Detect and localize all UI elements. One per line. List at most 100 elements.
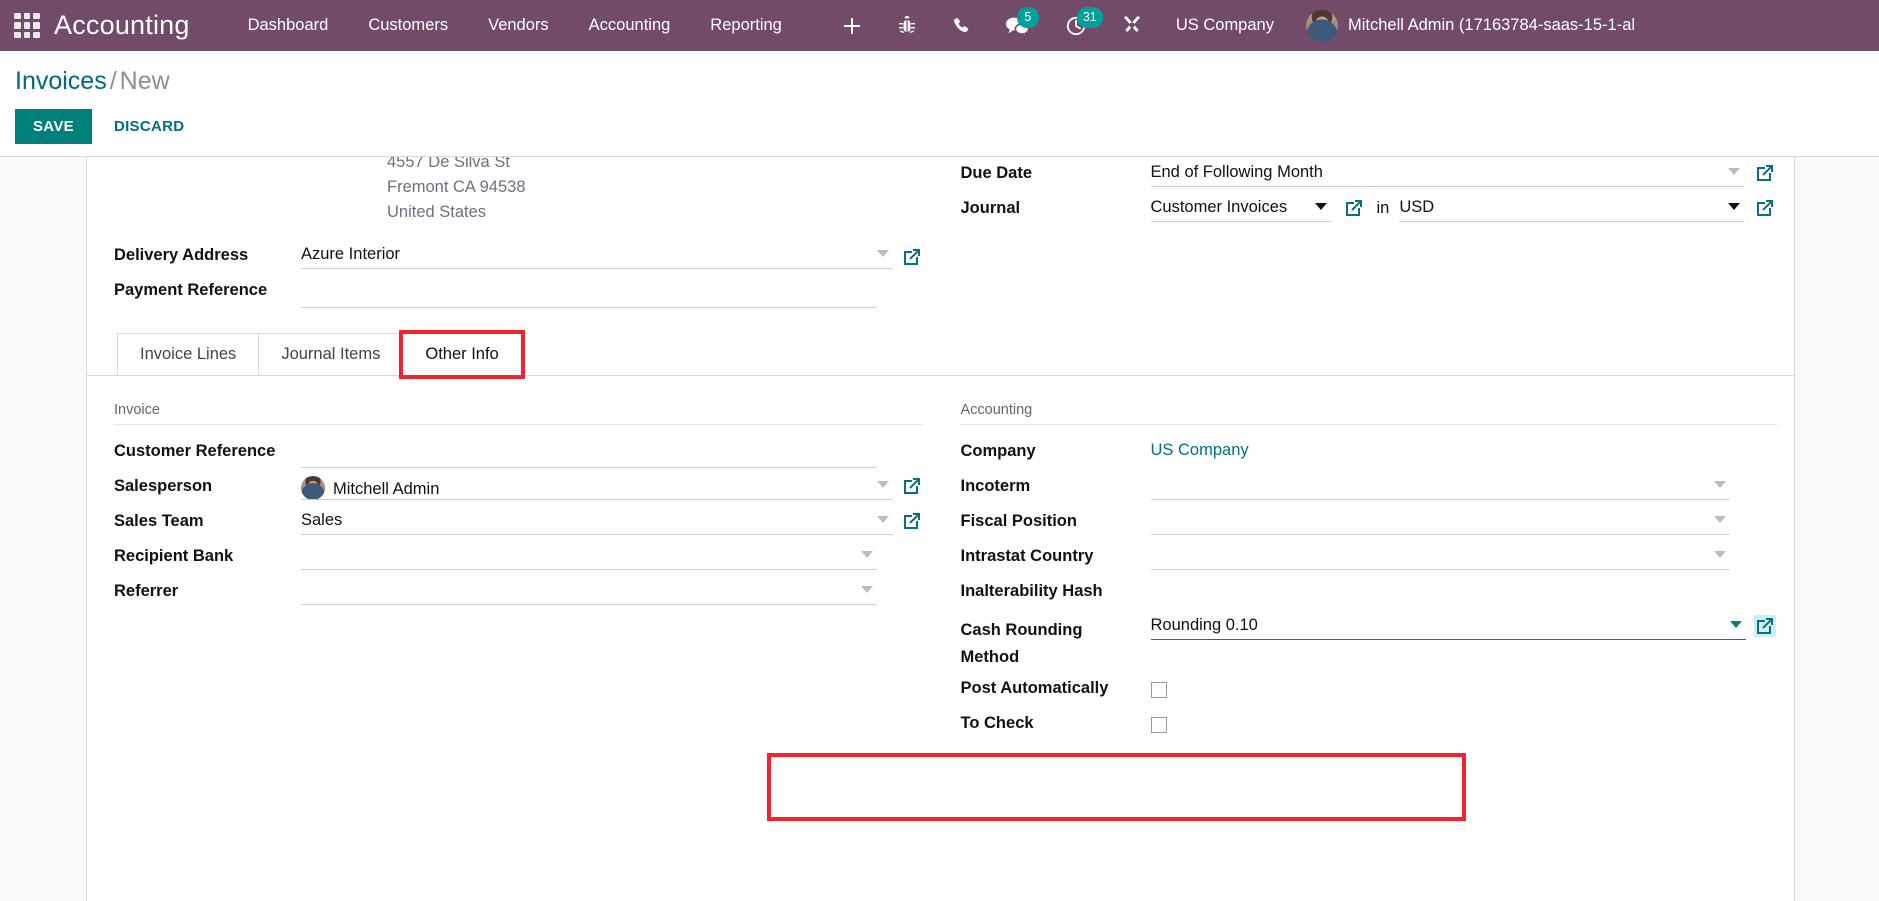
currency-field[interactable]: USD: [1399, 192, 1744, 222]
customer-reference-field[interactable]: [301, 435, 877, 468]
fiscal-position-field[interactable]: [1150, 505, 1730, 535]
discard-button[interactable]: DISCARD: [100, 109, 198, 144]
salesperson-value: Mitchell Admin: [333, 480, 440, 498]
active-company-selector[interactable]: US Company: [1160, 16, 1290, 35]
invoice-section-title: Invoice: [114, 402, 923, 425]
payment-reference-field[interactable]: [301, 274, 877, 308]
cash-rounding-method-label: Cash Rounding Method: [961, 610, 1151, 671]
chevron-down-icon[interactable]: [1314, 203, 1327, 210]
cash-rounding-method-field[interactable]: Rounding 0.10: [1150, 610, 1746, 640]
activities-clock-icon[interactable]: 31: [1048, 0, 1104, 51]
intrastat-country-field[interactable]: [1150, 540, 1730, 570]
header-form: 4557 De Silva St Fremont CA 94538 United…: [87, 157, 1794, 309]
field-underline: [301, 604, 877, 605]
field-row-cash-rounding-method: Cash Rounding Method Rounding 0.10: [961, 610, 1776, 672]
chevron-down-icon[interactable]: [876, 516, 889, 523]
bug-icon[interactable]: [880, 0, 934, 51]
to-check-label: To Check: [960, 714, 1034, 732]
payment-reference-label: Payment Reference: [114, 281, 268, 299]
chevron-down-icon[interactable]: [1728, 168, 1740, 175]
nav-item-accounting[interactable]: Accounting: [569, 0, 691, 51]
journal-value: Customer Invoices: [1150, 198, 1288, 216]
journal-field[interactable]: Customer Invoices: [1150, 192, 1331, 222]
phone-icon[interactable]: [934, 0, 988, 51]
chevron-down-icon[interactable]: [1714, 481, 1726, 488]
address-city-state-zip: Fremont CA 94538: [387, 178, 526, 196]
breadcrumb: Invoices / New: [15, 51, 1879, 96]
header-right-column: Due Date End of Following Month Journal …: [941, 161, 1795, 309]
referrer-label: Referrer: [114, 582, 179, 600]
cash-rounding-highlight-box: [767, 753, 1466, 821]
chevron-down-icon[interactable]: [1728, 203, 1740, 210]
incoterm-label: Incoterm: [960, 477, 1031, 495]
currency-external-link-icon[interactable]: [1754, 197, 1776, 219]
nav-item-reporting[interactable]: Reporting: [690, 0, 802, 51]
tab-other-info[interactable]: Other Info: [399, 330, 525, 379]
chevron-down-icon[interactable]: [876, 250, 889, 257]
delivery-address-value: Azure Interior: [301, 245, 401, 263]
address-country: United States: [387, 203, 487, 221]
delivery-address-field[interactable]: Azure Interior: [301, 239, 893, 269]
messages-icon[interactable]: 5: [988, 0, 1048, 51]
nav-item-dashboard[interactable]: Dashboard: [228, 0, 349, 51]
salesperson-field[interactable]: Mitchell Admin: [301, 470, 893, 500]
recipient-bank-label: Recipient Bank: [114, 547, 234, 565]
inalterability-hash-label: Inalterability Hash: [960, 582, 1103, 600]
chevron-down-icon[interactable]: [860, 551, 873, 558]
plus-icon[interactable]: [824, 0, 880, 51]
incoterm-field[interactable]: [1150, 470, 1730, 500]
accounting-section: Accounting Company US Company Incoterm F…: [941, 402, 1795, 742]
sales-team-external-link-icon[interactable]: [901, 510, 923, 532]
tools-icon[interactable]: [1104, 0, 1160, 51]
salesperson-label: Salesperson: [114, 477, 213, 495]
chevron-down-icon[interactable]: [860, 586, 873, 593]
save-button[interactable]: SAVE: [15, 109, 92, 144]
delivery-address-external-link-icon[interactable]: [901, 246, 923, 268]
nav-item-vendors[interactable]: Vendors: [468, 0, 569, 51]
field-row-delivery-address: Delivery Address Azure Interior: [114, 239, 923, 274]
post-automatically-checkbox[interactable]: [1150, 682, 1167, 698]
field-underline: [1150, 569, 1730, 570]
chevron-down-icon[interactable]: [1714, 516, 1726, 523]
field-row-salesperson: Salesperson Mitchell Admin: [114, 470, 923, 505]
post-automatically-label: Post Automatically: [960, 679, 1109, 697]
app-brand-title[interactable]: Accounting: [54, 10, 190, 41]
due-date-field[interactable]: End of Following Month: [1150, 157, 1744, 187]
chevron-down-icon[interactable]: [1730, 621, 1742, 628]
sales-team-field[interactable]: Sales: [301, 505, 893, 535]
field-row-to-check: To Check: [961, 707, 1777, 742]
control-panel: Invoices / New SAVE DISCARD: [0, 51, 1879, 156]
field-row-referrer: Referrer: [114, 575, 923, 610]
customer-reference-label: Customer Reference: [114, 442, 276, 460]
company-value[interactable]: US Company: [1151, 441, 1249, 459]
chevron-down-icon[interactable]: [1714, 551, 1726, 558]
journal-external-link-icon[interactable]: [1343, 197, 1365, 219]
referrer-field[interactable]: [301, 575, 877, 605]
activities-badge: 31: [1076, 7, 1103, 28]
nav-item-customers[interactable]: Customers: [348, 0, 468, 51]
cash-rounding-method-external-link-icon[interactable]: [1754, 615, 1776, 637]
user-name-label: Mitchell Admin (17163784-saas-15-1-al: [1347, 16, 1636, 34]
field-underline: [301, 467, 877, 468]
other-info-columns: Invoice Customer Reference Salesperson M…: [87, 402, 1794, 742]
in-label: in: [1376, 199, 1390, 217]
field-underline: [301, 499, 893, 500]
breadcrumb-item-invoices[interactable]: Invoices: [15, 67, 107, 95]
cash-rounding-method-label-line2: Method: [960, 648, 1020, 666]
chevron-down-icon[interactable]: [876, 481, 889, 488]
tab-pane-other-info: Invoice Customer Reference Salesperson M…: [87, 376, 1794, 742]
due-date-external-link-icon[interactable]: [1754, 162, 1776, 184]
notebook: Invoice Lines Journal Items Other Info: [87, 330, 1794, 379]
field-row-inalterability-hash: Inalterability Hash: [961, 575, 1777, 610]
apps-grid-icon[interactable]: [14, 12, 40, 39]
user-menu[interactable]: Mitchell Admin (17163784-saas-15-1-al: [1290, 9, 1645, 42]
tab-invoice-lines[interactable]: Invoice Lines: [117, 333, 260, 376]
header-left-column: 4557 De Silva St Fremont CA 94538 United…: [87, 157, 941, 309]
tab-journal-items[interactable]: Journal Items: [258, 333, 404, 376]
field-underline: [301, 569, 877, 570]
field-row-payment-reference: Payment Reference: [114, 274, 923, 309]
post-automatically-field: [1150, 672, 1777, 703]
to-check-checkbox[interactable]: [1150, 717, 1167, 733]
recipient-bank-field[interactable]: [301, 540, 877, 570]
salesperson-external-link-icon[interactable]: [901, 475, 923, 497]
